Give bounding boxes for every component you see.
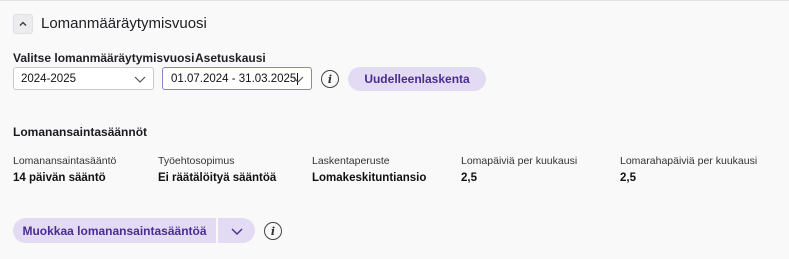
rules-title: Lomanansaintasäännöt <box>13 125 148 139</box>
recalculate-button[interactable]: Uudelleenlaskenta <box>348 67 486 91</box>
chevron-down-icon <box>231 228 242 235</box>
period-select[interactable]: 01.07.2024 - 31.03.2025 <box>162 67 312 90</box>
rule-label: Lomanansaintasääntö <box>13 155 117 167</box>
period-label: Asetuskausi <box>195 51 266 65</box>
bonus-days-value: 2,5 <box>620 172 636 184</box>
days-per-month-label: Lomapäiviä per kuukausi <box>461 155 578 167</box>
holiday-year-panel: Lomanmääräytymisvuosi Valitse lomanmäärä… <box>0 0 789 259</box>
collapse-section-button[interactable] <box>13 14 33 34</box>
chevron-down-icon <box>134 76 146 83</box>
days-per-month-value: 2,5 <box>461 172 477 184</box>
rule-value: 14 päivän sääntö <box>13 172 106 184</box>
section-title: Lomanmääräytymisvuosi <box>41 15 207 32</box>
info-icon[interactable]: i <box>264 222 282 240</box>
agreement-value: Ei räätälöityä sääntöä <box>158 172 277 184</box>
period-select-value: 01.07.2024 - 31.03.2025 <box>171 73 297 85</box>
basis-value: Lomakeskituntiansio <box>312 172 427 184</box>
edit-options-toggle[interactable] <box>218 218 255 243</box>
top-divider <box>0 0 789 1</box>
edit-rule-split-button: Muokkaa lomanansaintasääntöä <box>13 218 255 243</box>
basis-label: Laskentaperuste <box>312 155 390 167</box>
chevron-down-icon <box>292 76 304 83</box>
chevron-up-icon <box>19 21 27 26</box>
agreement-label: Työehtosopimus <box>158 155 235 167</box>
info-icon[interactable]: i <box>321 70 339 88</box>
edit-rule-button[interactable]: Muokkaa lomanansaintasääntöä <box>13 218 216 243</box>
bonus-days-label: Lomarahapäiviä per kuukausi <box>620 155 758 167</box>
year-select[interactable]: 2024-2025 <box>13 67 154 90</box>
year-select-value: 2024-2025 <box>21 73 76 85</box>
year-select-label: Valitse lomanmääräytymisvuosi <box>13 51 195 65</box>
